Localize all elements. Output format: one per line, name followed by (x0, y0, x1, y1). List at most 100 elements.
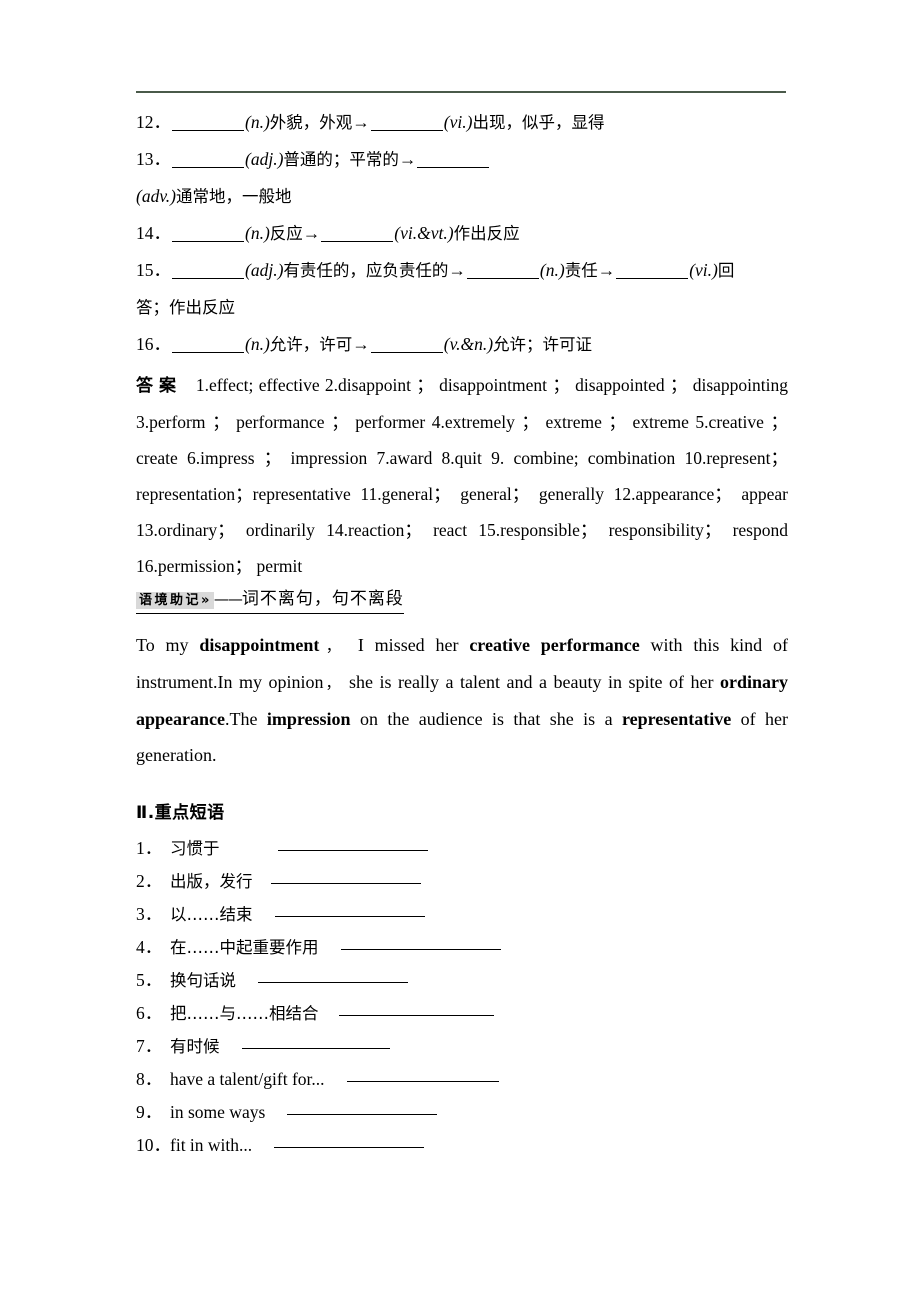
context-heading-subtitle: 词不离句，句不离段 (241, 589, 404, 609)
highlighted-vocab: representative (621, 709, 732, 729)
phrase-text: 把……与……相结合 (170, 1004, 319, 1023)
phrase-number: 5． (136, 970, 163, 990)
fill-in-blank[interactable] (172, 167, 244, 168)
fill-in-blank[interactable] (172, 352, 244, 353)
part-of-speech-marker: (n.) (245, 223, 270, 243)
phrase-answer-blank[interactable] (258, 969, 408, 983)
phrase-row: 1． 习惯于 (136, 832, 788, 865)
phrase-text: 有时候 (170, 1037, 220, 1056)
chinese-gloss: 责任 (564, 261, 598, 280)
derivation-number: 14． (136, 223, 171, 243)
phrase-text: 在……中起重要作用 (170, 938, 319, 957)
fill-in-blank[interactable] (370, 130, 443, 131)
chinese-gloss: 作出反应 (453, 224, 520, 243)
derivation-arrow-icon: → (302, 223, 321, 243)
derivation-item: 14． (n.)反应→ (vi.&vt.)作出反应 (136, 215, 788, 252)
part-of-speech-marker: (adj.) (245, 260, 284, 280)
phrase-answer-blank[interactable] (338, 1002, 494, 1016)
phrase-row: 5． 换句话说 (136, 964, 788, 997)
paragraph-text: ， (319, 637, 348, 655)
fill-in-blank[interactable] (370, 352, 443, 353)
paragraph-text: on the audience is that she is a (350, 709, 622, 729)
part-of-speech-marker: (adj.) (245, 149, 284, 169)
phrase-number: 9． (136, 1102, 163, 1122)
phrase-answer-blank[interactable] (274, 903, 425, 917)
derivation-arrow-icon: → (352, 112, 370, 132)
chinese-gloss: 允许；许可证 (493, 335, 593, 354)
paragraph-text: she is really a talent and a beauty in s… (342, 672, 720, 692)
fill-in-blank[interactable] (172, 278, 244, 279)
phrase-answer-blank[interactable] (270, 870, 421, 884)
phrase-row: 8． have a talent/gift for... (136, 1063, 788, 1096)
phrase-number: 2． (136, 871, 163, 891)
derivation-number: 12． (136, 112, 171, 132)
chinese-gloss: 回 (717, 261, 735, 280)
phrase-number: 1． (136, 838, 163, 858)
phrase-row: 4． 在……中起重要作用 (136, 931, 788, 964)
phrase-answer-blank[interactable] (287, 1101, 438, 1115)
phrase-answer-blank[interactable] (340, 936, 501, 950)
part-of-speech-marker: (vi.&vt.) (394, 223, 454, 243)
derivation-number: 15． (136, 260, 171, 280)
paragraph-text: To my (136, 635, 200, 655)
phrase-answer-blank[interactable] (241, 1035, 390, 1049)
fill-in-blank[interactable] (417, 167, 490, 168)
derivation-arrow-icon: → (352, 334, 370, 354)
chinese-gloss: 允许，许可 (269, 335, 353, 354)
fill-in-blank[interactable] (172, 241, 244, 242)
phrase-text: 习惯于 (170, 839, 220, 858)
highlighted-vocab: impression (266, 709, 351, 729)
context-heading-tag: 语境助记» (136, 592, 214, 609)
phrase-text: in some ways (170, 1102, 266, 1122)
fill-in-blank[interactable] (172, 130, 244, 131)
derivation-arrow-icon: → (398, 149, 417, 169)
context-paragraph: To my disappointment， I missed her creat… (136, 627, 788, 773)
chinese-gloss: 答；作出反应 (136, 298, 235, 317)
phrase-text: have a talent/gift for... (170, 1069, 325, 1089)
phrase-text: 换句话说 (170, 971, 236, 990)
part-of-speech-marker: (v.&n.) (443, 334, 494, 354)
part-of-speech-marker: (n.) (245, 334, 270, 354)
part-of-speech-marker: (n.) (245, 112, 270, 132)
highlighted-vocab: disappointment (199, 635, 320, 655)
paragraph-text: ， (323, 674, 343, 692)
phrase-number: 4． (136, 937, 163, 957)
paragraph-text: I missed her (347, 635, 470, 655)
phrase-number: 8． (136, 1069, 163, 1089)
context-memory-heading: 语境助记» ——词不离句，句不离段 (136, 588, 404, 614)
header-divider-rule (136, 91, 786, 93)
highlighted-vocab: creative performance (469, 635, 640, 655)
phrase-answer-blank[interactable] (346, 1068, 499, 1082)
derivation-arrow-icon: → (448, 260, 466, 280)
fill-in-blank[interactable] (616, 278, 689, 279)
fill-in-blank[interactable] (321, 241, 394, 242)
derivation-number: 13． (136, 149, 171, 169)
context-heading-dash: —— (213, 590, 243, 608)
chinese-gloss: 通常地，一般地 (176, 187, 292, 206)
phrase-number: 10． (136, 1135, 171, 1155)
phrase-text: 出版，发行 (170, 872, 253, 891)
derivation-item: 12． (n.)外貌，外观→ (vi.)出现，似乎，显得 (136, 104, 788, 141)
phrase-row: 9． in some ways (136, 1096, 788, 1129)
phrase-row: 3． 以……结束 (136, 898, 788, 931)
part-of-speech-marker: (n.) (539, 260, 565, 280)
phrase-answer-blank[interactable] (277, 837, 428, 851)
chinese-gloss: 外貌，外观 (269, 113, 353, 132)
derivation-arrow-icon: → (597, 260, 616, 280)
fill-in-blank[interactable] (466, 278, 539, 279)
word-derivation-list: 12． (n.)外貌，外观→ (vi.)出现，似乎，显得 13． (adj.)普通的；平… (136, 104, 788, 363)
part-of-speech-marker: (vi.) (443, 112, 473, 132)
key-phrases-list: 1． 习惯于 2． 出版，发行 3． 以……结束 4． 在……中起重要作用 5． 换句话说 6． 把…… (136, 832, 788, 1162)
answer-key-label: 答案 (136, 376, 182, 396)
phrase-row: 7． 有时候 (136, 1030, 788, 1063)
answer-key-block: 答案 1.effect; effective 2.disappoint ； dis… (136, 367, 788, 584)
phrase-row: 2． 出版，发行 (136, 865, 788, 898)
part-of-speech-marker: (adv.) (136, 186, 176, 206)
phrase-text: 以……结束 (170, 905, 253, 924)
phrase-text: fit in with... (170, 1135, 253, 1155)
phrase-number: 7． (136, 1036, 163, 1056)
derivation-item: 13． (adj.)普通的；平常的→ (adv.)通常地，一般地 (136, 141, 788, 215)
section-two-title: Ⅱ.重点短语 (136, 803, 225, 823)
chinese-gloss: 反应 (269, 224, 303, 243)
phrase-answer-blank[interactable] (274, 1134, 425, 1148)
